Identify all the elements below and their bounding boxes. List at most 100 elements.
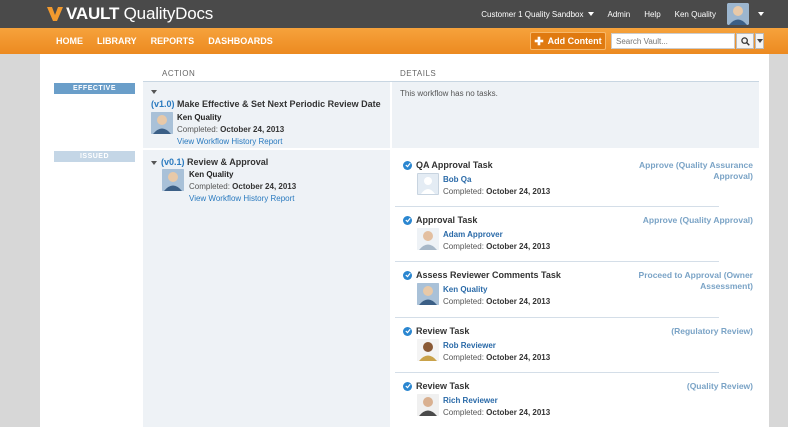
task-verdict-line2: Approval) [713,171,753,181]
task-verdict-line1: (Quality Review) [686,381,753,391]
rob-reviewer-avatar [417,339,439,361]
chevron-down-icon [587,12,594,17]
main-nav: HOME LIBRARY REPORTS DASHBOARDS ✚ Add Con… [0,28,788,54]
effective-title-text: Make Effective & Set Next Periodic Revie… [174,99,381,109]
task-verdict: Approve (Quality Assurance Approval) [639,160,753,182]
search-input[interactable] [611,33,735,49]
completed-label: Completed: [443,297,484,306]
task-title-text: Assess Reviewer Comments Task [416,270,561,280]
task-verdict: Approve (Quality Approval) [643,215,753,226]
completed-date: October 24, 2013 [220,125,285,134]
task-verdict-line1: (Regulatory Review) [671,326,753,336]
task-title: Review Task [403,326,469,336]
task-title-text: Review Task [416,381,470,391]
collapse-triangle-icon[interactable] [151,90,157,94]
issued-badge: ISSUED [54,151,135,162]
vault-logo[interactable]: VAULT QualityDocs [47,4,213,24]
completed-date: October 24, 2013 [486,187,551,196]
completed-label: Completed: [443,187,484,196]
action-column-header: ACTION [162,69,196,78]
issued-user: Ken Quality [189,170,234,179]
rich-reviewer-avatar [417,394,439,416]
adam-approver-avatar [417,228,439,250]
ken-quality-avatar [417,283,439,305]
task-title: Assess Reviewer Comments Task [403,270,561,280]
nav-dashboards[interactable]: DASHBOARDS [208,36,273,46]
effective-workflow-title[interactable]: (v1.0) Make Effective & Set Next Periodi… [151,99,381,109]
issued-completed: Completed: October 24, 2013 [189,182,296,191]
task-title: Approval Task [403,215,477,225]
task-completed: Completed: October 24, 2013 [443,353,550,362]
completed-label: Completed: [443,408,484,417]
task-verdict: (Regulatory Review) [671,326,753,337]
task-verdict-line1: Approve (Quality Assurance [639,160,753,170]
nav-home[interactable]: HOME [56,36,83,46]
admin-link[interactable]: Admin [608,10,631,19]
task-divider [395,317,719,318]
avatar-photo-icon [417,283,439,305]
task-title-text: QA Approval Task [416,160,493,170]
task-user[interactable]: Ken Quality [443,285,487,294]
search-icon [740,36,750,46]
task-user[interactable]: Bob Qa [443,175,471,184]
task-verdict-line2: Assessment) [700,281,753,291]
task-divider [395,206,719,207]
default-user-icon [421,177,435,194]
task-title-text: Review Task [416,326,470,336]
task-completed: Completed: October 24, 2013 [443,242,550,251]
details-column-header: DETAILS [400,69,437,78]
logo-bold: VAULT [66,4,120,23]
effective-history-link[interactable]: View Workflow History Report [177,137,283,146]
bob-qa-avatar [417,173,439,195]
effective-version: (v1.0) [151,99,175,109]
user-menu[interactable]: Ken Quality [675,10,716,19]
page-gutter [769,54,788,427]
task-divider [395,261,719,262]
effective-completed: Completed: October 24, 2013 [177,125,284,134]
avatar-photo-icon [417,228,439,250]
issued-history-link[interactable]: View Workflow History Report [189,194,295,203]
issued-workflow-title[interactable]: (v0.1) Review & Approval [151,157,268,167]
task-divider [395,372,719,373]
task-completed: Completed: October 24, 2013 [443,408,550,417]
avatar-photo-icon [151,112,173,134]
task-user[interactable]: Adam Approver [443,230,503,239]
plus-icon: ✚ [534,35,544,48]
completed-date: October 24, 2013 [486,297,551,306]
sandbox-selector[interactable]: Customer 1 Quality Sandbox [481,9,594,19]
nav-library[interactable]: LIBRARY [97,36,137,46]
chevron-down-icon [756,39,763,43]
nav-reports[interactable]: REPORTS [151,36,195,46]
effective-badge: EFFECTIVE [54,83,135,94]
search-options-dropdown[interactable] [755,33,764,49]
top-bar: VAULT QualityDocs Customer 1 Quality San… [0,0,788,28]
completed-label: Completed: [443,242,484,251]
add-content-label: Add Content [547,36,602,46]
sandbox-label: Customer 1 Quality Sandbox [481,9,584,19]
user-menu-chevron-icon[interactable] [758,12,764,16]
task-completed: Completed: October 24, 2013 [443,297,550,306]
task-title-text: Approval Task [416,215,478,225]
avatar-photo-icon [727,3,749,25]
task-title: QA Approval Task [403,160,493,170]
task-user[interactable]: Rich Reviewer [443,396,498,405]
task-verdict: (Quality Review) [687,381,753,392]
task-verdict-line1: Proceed to Approval (Owner [638,270,753,280]
effective-user: Ken Quality [177,113,222,122]
checkmark-icon [403,326,412,336]
completed-date: October 24, 2013 [486,242,551,251]
completed-label: Completed: [443,353,484,362]
issued-action-cell [143,150,390,427]
completed-date: October 24, 2013 [232,182,297,191]
completed-label: Completed: [177,125,218,134]
avatar-photo-icon [417,394,439,416]
search-button[interactable] [736,33,754,49]
help-link[interactable]: Help [644,10,660,19]
expand-triangle-icon[interactable] [151,160,157,165]
user-avatar[interactable] [727,3,749,25]
task-user[interactable]: Rob Reviewer [443,341,496,350]
completed-date: October 24, 2013 [486,408,551,417]
task-verdict-line1: Approve (Quality Approval) [642,215,753,225]
add-content-button[interactable]: ✚ Add Content [530,32,606,50]
task-verdict: Proceed to Approval (Owner Assessment) [639,270,753,292]
